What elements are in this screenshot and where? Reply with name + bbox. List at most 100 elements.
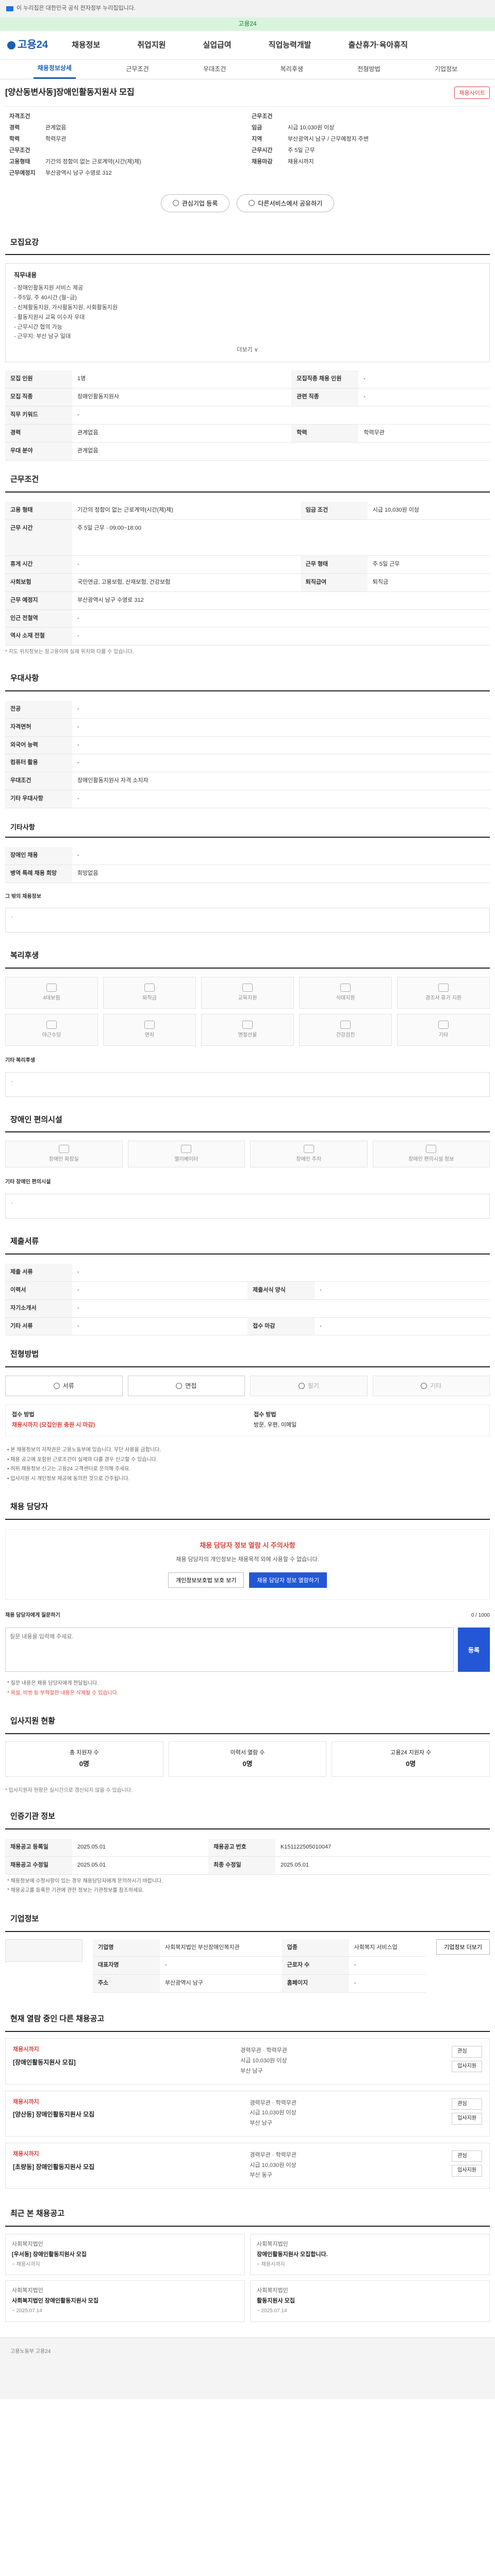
- table-cell: -: [72, 1317, 248, 1336]
- open-contact-button[interactable]: 채용 담당자 정보 열람하기: [249, 1572, 327, 1588]
- recent-title[interactable]: [우서동] 장애인활동지원사 모집: [12, 2251, 238, 2259]
- table-row: 외국어 능력 -: [5, 736, 490, 755]
- nav-item-unemployment[interactable]: 실업급여: [203, 40, 231, 51]
- nav-item-leave[interactable]: 출산휴가·육아휴직: [348, 40, 407, 51]
- related-scrap-button[interactable]: 관심: [452, 2046, 482, 2058]
- recent-date: ~ 2025.07.14: [12, 2308, 42, 2314]
- tab-preferences[interactable]: 우대조건: [199, 60, 230, 79]
- facility-item: 장애인 화장실: [5, 1141, 123, 1168]
- table-row: 인근 전철역 -: [5, 609, 490, 628]
- welfare-label: 연차: [144, 1032, 155, 1038]
- table-cell: -: [72, 406, 490, 425]
- table-row: 대표자명 - 근로자 수-: [93, 1956, 426, 1975]
- interest-button[interactable]: 관심기업 등록: [160, 194, 230, 212]
- nav-item-jobs[interactable]: 채용정보: [72, 40, 100, 51]
- related-title[interactable]: [초량동] 장애인활동지원사 모집: [13, 2163, 94, 2172]
- table-header: 역사 소재 전철: [5, 627, 72, 646]
- welfare-item: 식대지원: [299, 977, 392, 1009]
- pension-icon: [144, 983, 155, 992]
- list-item[interactable]: 사회복지법인 장애인활동지원사 모집합니다. ~ 채용시까지: [250, 2234, 490, 2276]
- stat-viewed: 이력서 열람 수 0명: [168, 1741, 327, 1777]
- site-logo[interactable]: 고용24: [7, 38, 48, 53]
- notice-bar-text: 고용24: [238, 20, 257, 28]
- site-header: 고용24 채용정보 취업지원 실업급여 직업능력개발 출산휴가·육아휴직: [0, 31, 495, 60]
- present-icon: [242, 1020, 253, 1029]
- related-scrap-button[interactable]: 관심: [452, 2098, 482, 2110]
- recent-title[interactable]: 장애인활동지원사 모집합니다.: [257, 2251, 483, 2259]
- table-row: 경력 관계없음 학력 학력무관: [5, 424, 490, 443]
- tab-detail[interactable]: 채용정보상세: [33, 60, 76, 79]
- summary-value: 부산광역시 남구 수영로 312: [45, 170, 112, 176]
- table-cell: -: [72, 790, 490, 809]
- calendar-icon: [144, 1020, 155, 1029]
- table-cell: 시급 10,030원 이상: [367, 501, 490, 520]
- scrap-button[interactable]: 채용사이트: [454, 87, 490, 99]
- tab-company[interactable]: 기업정보: [431, 60, 461, 79]
- welfare-other-text: -: [5, 1072, 490, 1097]
- wheelchair-icon: [426, 1145, 437, 1154]
- question-input[interactable]: [5, 1628, 454, 1672]
- summary-key: 지역: [252, 135, 262, 142]
- table-row: 장애인 채용 -: [5, 847, 490, 866]
- table-header: 제출서식 양식: [248, 1281, 315, 1300]
- list-item[interactable]: 사회복지법인 사회복지법인 장애인활동지원사 모집 ~ 2025.07.14: [5, 2280, 245, 2322]
- welfare-item: 야근수당: [5, 1014, 98, 1046]
- notice-bar[interactable]: 고용24: [0, 18, 495, 31]
- related-apply-button[interactable]: 입사지원: [452, 2165, 482, 2177]
- recent-title[interactable]: 활동지원사 모집: [257, 2297, 483, 2306]
- recent-title[interactable]: 사회복지법인 장애인활동지원사 모집: [12, 2297, 238, 2306]
- company-table: 기업명 사회복지법인 부산장애인복지관 업종 사회복지 서비스업 대표자명 - 근로자 수…: [93, 1939, 426, 1993]
- site-footer: 고용노동부 고용24: [0, 2337, 495, 2399]
- related-title[interactable]: [장애인활동지원사 모집]: [13, 2058, 76, 2067]
- table-cell: 사회복지 서비스업: [349, 1939, 426, 1957]
- related-scrap-button[interactable]: 관심: [452, 2150, 482, 2162]
- nav-item-training[interactable]: 직업능력개발: [269, 40, 311, 51]
- table-cell: -: [315, 1281, 490, 1300]
- welfare-item: 명절선물: [201, 1014, 294, 1046]
- facility-label: 장애인 주차: [296, 1157, 322, 1163]
- list-item[interactable]: 사회복지법인 [우서동] 장애인활동지원사 모집 ~ 채용시까지: [5, 2234, 245, 2276]
- recent-org: 사회복지법인: [12, 2241, 43, 2248]
- share-button[interactable]: 다른서비스에서 공유하기: [237, 194, 335, 212]
- more-button[interactable]: 더보기 ∨: [14, 346, 481, 354]
- submit-question-button[interactable]: 등록: [458, 1628, 490, 1672]
- meta-line: 경력무관 · 학력무관: [250, 2099, 297, 2106]
- etc-notes: * 채용정보에 수정사항이 있는 경우 채용담당자에게 문의하시기 바랍니다. …: [0, 1875, 495, 1900]
- list-item[interactable]: 채용시까지 [초량동] 장애인활동지원사 모집 경력무관 · 학력무관 시급 1…: [5, 2142, 490, 2189]
- privacy-view-button[interactable]: 개인정보보호법 보호 보기: [168, 1572, 244, 1588]
- stats-list: 총 지원자 수 0명 이력서 열람 수 0명 고용24 지원자 수 0명: [5, 1741, 490, 1777]
- related-title[interactable]: [양산동] 장애인활동지원사 모집: [13, 2110, 94, 2119]
- docs-table: 장애인 채용 - 병역 특례 채용 희망 희망없음: [5, 847, 490, 883]
- stat-label: 총 지원자 수: [69, 1749, 99, 1756]
- table-header: 임금 조건: [300, 501, 368, 520]
- list-item[interactable]: 채용시까지 [양산동] 장애인활동지원사 모집 경력무관 · 학력무관 시급 1…: [5, 2090, 490, 2137]
- summary-value: 학력무관: [45, 135, 67, 142]
- company-more-button[interactable]: 기업정보 더보기: [436, 1939, 490, 1955]
- health-icon: [340, 1020, 351, 1029]
- summary-key: 임금: [252, 124, 262, 131]
- meta-line: 부산 남구: [240, 2067, 263, 2074]
- toilet-icon: [58, 1145, 69, 1154]
- table-row: 제출 서류 -: [5, 1263, 490, 1282]
- table-cell: 장애인활동지원사 자격 소지자: [72, 772, 490, 791]
- stat-value: 0명: [79, 1759, 89, 1768]
- tab-selection[interactable]: 전형방법: [353, 60, 384, 79]
- stat-label: 이력서 열람 수: [230, 1749, 265, 1756]
- related-deadline: 채용시까지: [13, 2150, 39, 2157]
- table-cell: 사회복지법인 부산장애인복지관: [160, 1939, 282, 1957]
- table-cell: 퇴직금: [367, 573, 490, 592]
- tab-welfare[interactable]: 복리후생: [276, 60, 307, 79]
- related-apply-button[interactable]: 입사지원: [452, 2113, 482, 2125]
- nav-item-support[interactable]: 취업지원: [137, 40, 166, 51]
- list-item[interactable]: 채용시까지 [장애인활동지원사 모집] 경력무관 · 학력무관 시급 10,03…: [5, 2038, 490, 2084]
- table-header: 모집직종 채용 인원: [291, 370, 359, 389]
- tab-conditions[interactable]: 근무조건: [122, 60, 153, 79]
- table-cell: -: [72, 627, 490, 646]
- welfare-item: 경조사 휴가 지원: [397, 977, 490, 1009]
- table-cell: 1명: [72, 370, 292, 389]
- list-item: - 주5일, 주 40시간 (월~금): [14, 294, 77, 301]
- table-row: 모집 인원 1명 모집직종 채용 인원 -: [5, 370, 490, 389]
- meta-line: 경력무관 · 학력무관: [240, 2047, 287, 2054]
- list-item[interactable]: 사회복지법인 활동지원사 모집 ~ 2025.07.14: [250, 2280, 490, 2322]
- related-apply-button[interactable]: 입사지원: [452, 2060, 482, 2073]
